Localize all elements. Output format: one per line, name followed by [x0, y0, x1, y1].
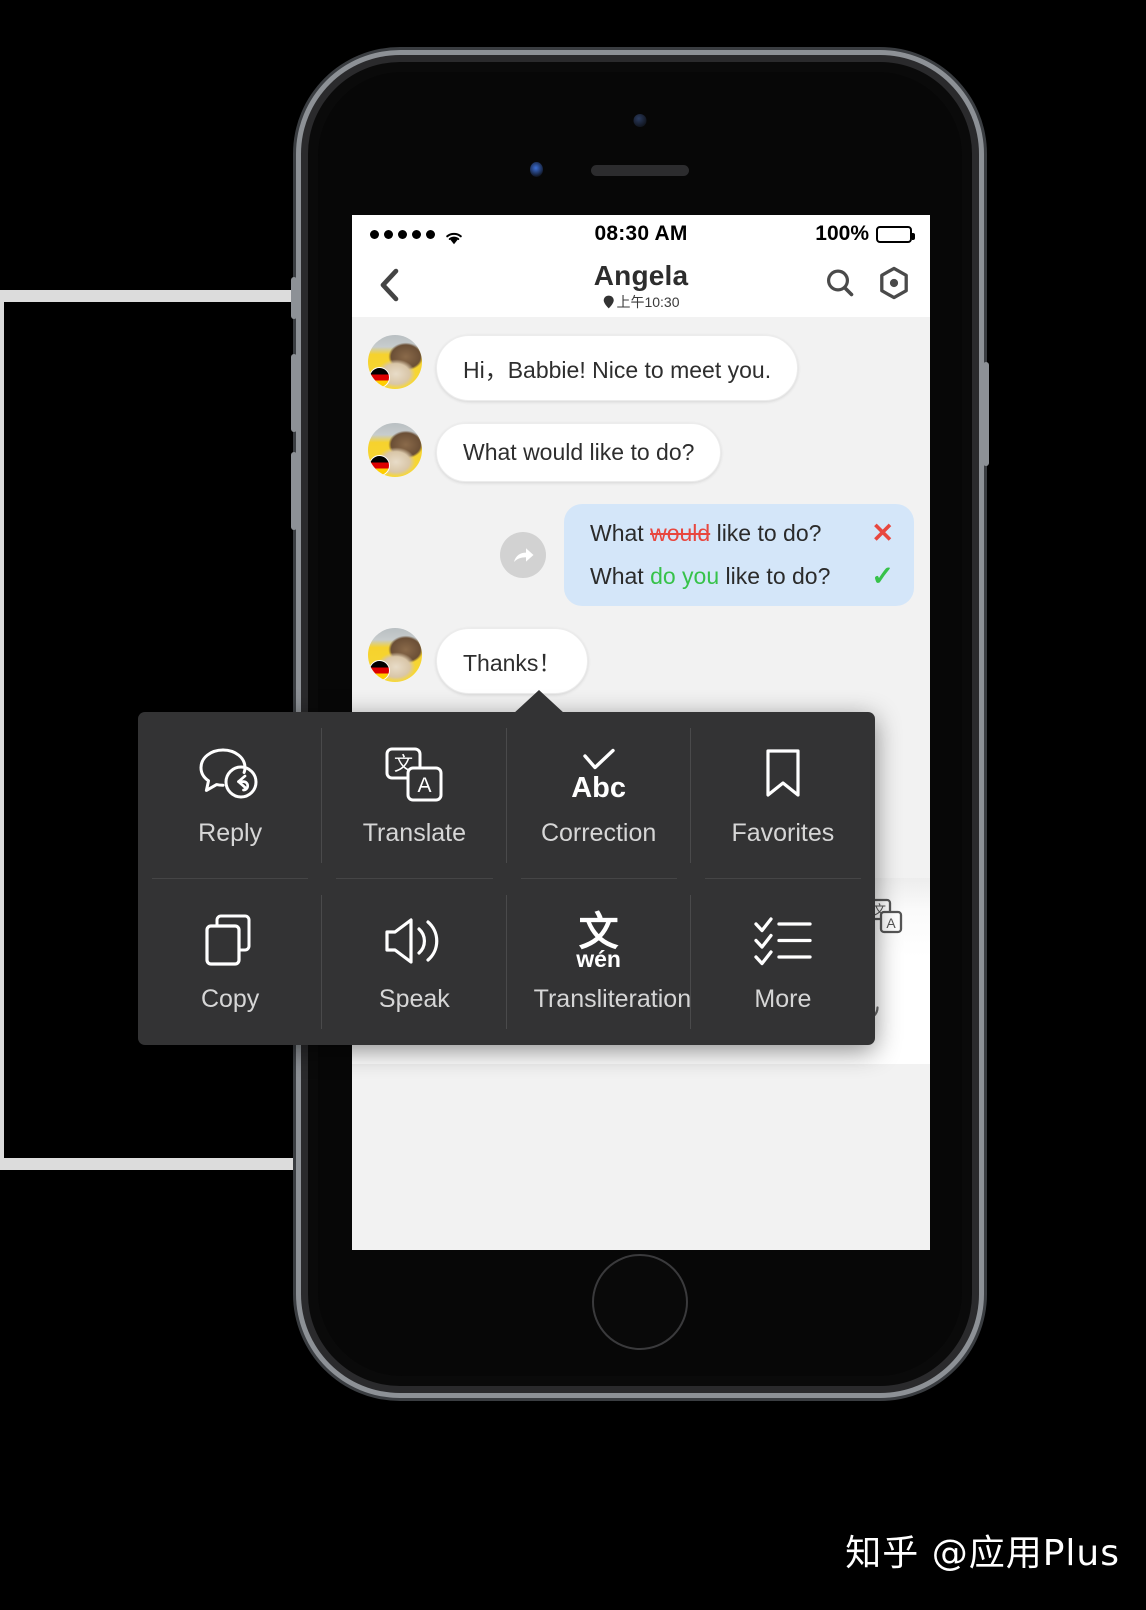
home-button[interactable] — [592, 1254, 688, 1350]
power-button[interactable] — [983, 362, 989, 466]
search-button[interactable] — [824, 267, 856, 304]
signal-dot — [412, 229, 421, 239]
correction-strikethrough-word: would — [650, 520, 711, 546]
signal-dot — [370, 229, 379, 239]
message-row-incoming: Hi，Babbie! Nice to meet you. — [368, 335, 914, 401]
message-bubble[interactable]: What would like to do? — [436, 423, 722, 482]
correction-prefix: What — [590, 520, 651, 546]
context-menu-item-speak[interactable]: Speak — [322, 879, 507, 1046]
message-bubble[interactable]: Hi，Babbie! Nice to meet you. — [436, 335, 799, 401]
message-row-incoming-selected: Thanks！ — [368, 628, 914, 694]
context-menu-item-favorites[interactable]: Favorites — [691, 712, 875, 879]
options-button[interactable] — [878, 266, 910, 305]
signal-dot — [426, 229, 435, 239]
context-menu-caret — [513, 690, 565, 714]
wrong-mark-icon: ✕ — [871, 518, 894, 548]
context-menu-label: Correction — [540, 818, 657, 847]
message-bubble[interactable]: Thanks！ — [436, 628, 589, 694]
back-button[interactable] — [372, 267, 406, 303]
chevron-left-icon — [380, 268, 399, 302]
avatar[interactable] — [368, 628, 422, 682]
translate-icon: 文 A — [383, 744, 445, 806]
signal-dot — [398, 229, 407, 239]
signal-strength — [370, 227, 464, 244]
status-bar: 08:30 AM 100% — [352, 215, 930, 253]
german-flag-badge — [369, 367, 390, 388]
message-context-menu: Reply 文 A Translate Abc Correction Favor… — [138, 712, 875, 1045]
wen-pinyin: wén — [576, 945, 621, 972]
wen-pinyin-icon: 文 wén — [576, 910, 621, 972]
watermark: 知乎 @应用Plus — [845, 1533, 1120, 1574]
volume-down-button[interactable] — [291, 452, 297, 530]
message-row-incoming: What would like to do? — [368, 423, 914, 482]
context-menu-label: Transliteration — [533, 985, 692, 1014]
location-pin-icon — [603, 295, 614, 308]
speaker-waves-icon — [381, 910, 447, 972]
context-menu-label: Translate — [362, 818, 467, 847]
correction-fixed-line: What do you like to do? ✓ — [590, 563, 894, 590]
volume-up-button[interactable] — [291, 354, 297, 432]
right-mark-icon: ✓ — [871, 561, 894, 591]
context-menu-item-copy[interactable]: Copy — [138, 879, 323, 1046]
battery-full-icon — [876, 225, 915, 243]
screenshot-canvas: 08:30 AM 100% Angela 上午10:30 Hi，Babbie! … — [0, 0, 1146, 1610]
context-menu-label: Reply — [198, 818, 263, 847]
avatar[interactable] — [368, 335, 422, 389]
battery-percent-label: 100% — [815, 222, 869, 245]
forward-button[interactable] — [500, 532, 546, 578]
correction-suffix: like to do? — [710, 520, 822, 546]
chat-nav-bar: Angela 上午10:30 — [352, 253, 930, 317]
avatar[interactable] — [368, 423, 422, 477]
copy-icon — [201, 910, 259, 972]
correction-original-line: What would like to do? ✕ — [590, 520, 894, 547]
context-menu-label: More — [754, 985, 812, 1014]
german-flag-badge — [369, 455, 390, 476]
correction-bubble[interactable]: What would like to do? ✕ What do you lik… — [564, 504, 914, 606]
context-menu-item-translate[interactable]: 文 A Translate — [322, 712, 507, 879]
nav-actions — [824, 266, 910, 305]
checklist-icon — [752, 910, 814, 972]
proximity-sensor-icon — [530, 162, 543, 177]
context-menu-label: Copy — [200, 985, 260, 1014]
corrected-word: do you — [650, 563, 720, 589]
context-menu-item-more[interactable]: More — [691, 879, 875, 1046]
svg-text:A: A — [886, 915, 896, 931]
page-title: Angela — [593, 259, 689, 291]
check-abc-icon: Abc — [571, 744, 626, 806]
status-bar-clock: 08:30 AM — [594, 222, 688, 245]
context-menu-item-transliteration[interactable]: 文 wén Transliteration — [507, 879, 691, 1046]
context-menu-label: Speak — [378, 985, 450, 1014]
reply-bubble-icon — [197, 744, 263, 806]
message-row-correction: What would like to do? ✕ What do you lik… — [368, 504, 914, 606]
hexagon-dot-icon — [880, 266, 908, 299]
mute-switch[interactable] — [291, 277, 297, 319]
german-flag-badge — [369, 660, 390, 681]
chat-header-title-block: Angela 上午10:30 — [593, 259, 689, 309]
bookmark-icon — [759, 744, 807, 806]
svg-text:A: A — [418, 774, 432, 797]
corrected-suffix: like to do? — [719, 563, 831, 589]
forward-arrow-icon — [514, 548, 534, 562]
local-time-label: 上午10:30 — [616, 293, 680, 310]
context-menu-item-correction[interactable]: Abc Correction — [507, 712, 692, 879]
front-camera-icon — [633, 114, 647, 127]
abc-label: Abc — [571, 771, 627, 804]
wifi-icon — [444, 227, 464, 244]
contact-local-time: 上午10:30 — [594, 295, 689, 309]
signal-dot — [384, 229, 393, 239]
search-icon — [827, 269, 854, 296]
corrected-prefix: What — [590, 563, 651, 589]
earpiece-speaker — [591, 165, 689, 176]
context-menu-label: Favorites — [731, 818, 835, 847]
context-menu-item-reply[interactable]: Reply — [138, 712, 323, 879]
battery-status: 100% — [815, 222, 915, 246]
